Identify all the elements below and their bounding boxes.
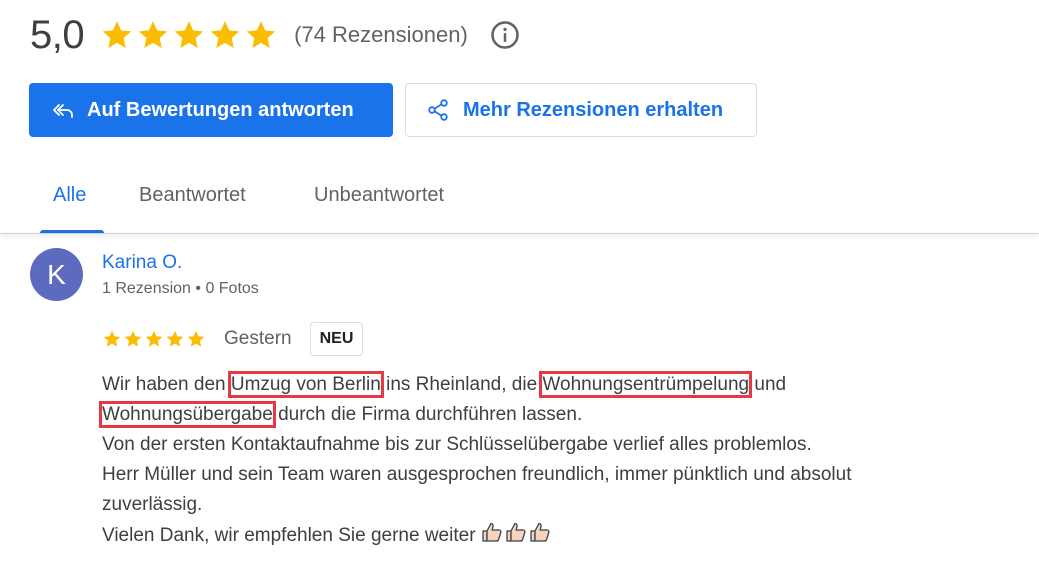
highlighted-phrase: Wohnungsübergabe [99, 401, 276, 428]
rating-summary: 5,0 (74 Rezensionen) [30, 12, 520, 58]
review-text-segment: und [749, 374, 787, 395]
star-icon [187, 330, 205, 347]
reply-button-label: Auf Bewertungen antworten [87, 98, 354, 121]
tab-all[interactable]: Alle [53, 184, 86, 207]
review-text-line: zuverlässig. [102, 494, 203, 515]
review-star-rating [102, 329, 206, 349]
star-icon [138, 21, 168, 49]
reply-all-icon [53, 104, 73, 118]
review-text: Wir haben den Umzug von Berlin ins Rhein… [99, 370, 1002, 550]
reviewer-name[interactable]: Karina O. [102, 252, 182, 274]
star-icon [174, 21, 204, 49]
review-count: (74 Rezensionen) [294, 22, 468, 47]
star-rating [100, 18, 278, 52]
get-more-reviews-button[interactable]: Mehr Rezensionen erhalten [405, 83, 757, 137]
star-icon [166, 330, 184, 347]
review-meta-row: Gestern NEU [102, 321, 364, 357]
new-badge: NEU [309, 322, 364, 356]
star-icon [102, 21, 132, 49]
review-text-segment: Wir haben den [102, 374, 231, 395]
avatar[interactable]: K [30, 248, 83, 301]
highlighted-phrase: Umzug von Berlin [227, 371, 384, 398]
highlighted-phrase: Wohnungsentrümpelung [539, 371, 753, 398]
star-icon [246, 21, 276, 49]
average-rating: 5,0 [30, 12, 85, 57]
star-icon [103, 330, 121, 347]
thumbs-up-emojis [480, 520, 552, 544]
review-text-segment: durch die Firma durchführen lassen. [272, 404, 583, 425]
review-text-line: Wohnungsübergabe durch die Firma durchfü… [99, 400, 1002, 430]
thumbs-up-icon [505, 522, 526, 542]
reply-to-reviews-button[interactable]: Auf Bewertungen antworten [29, 83, 393, 137]
share-icon [428, 99, 448, 121]
review-text-segment: ins Rheinland, die [380, 374, 543, 395]
tab-unanswered[interactable]: Unbeantwortet [314, 184, 444, 207]
tabs-divider [0, 233, 1039, 234]
star-icon [210, 21, 240, 49]
review-text-line: Herr Müller und sein Team waren ausgespr… [102, 464, 852, 485]
thumbs-up-icon [481, 522, 502, 542]
review-date: Gestern [224, 328, 292, 349]
reviewer-meta: 1 Rezension • 0 Fotos [102, 280, 259, 297]
star-icon [124, 330, 142, 347]
review-filter-tabs: Alle Beantwortet Unbeantwortet [0, 160, 1039, 233]
review-text-segment: Vielen Dank, wir empfehlen Sie gerne wei… [102, 525, 476, 546]
reviews-panel: 5,0 (74 Rezensionen) Auf Bewertungen ant… [0, 0, 1039, 561]
info-icon[interactable] [490, 20, 520, 50]
star-icon [145, 330, 163, 347]
more-reviews-button-label: Mehr Rezensionen erhalten [463, 98, 724, 121]
thumbs-up-icon [529, 522, 550, 542]
review-text-line: Wir haben den Umzug von Berlin ins Rhein… [102, 370, 1002, 400]
tab-answered[interactable]: Beantwortet [139, 184, 246, 207]
review-text-line: Von der ersten Kontaktaufnahme bis zur S… [102, 434, 812, 455]
review-text-line: Vielen Dank, wir empfehlen Sie gerne wei… [102, 520, 1002, 550]
